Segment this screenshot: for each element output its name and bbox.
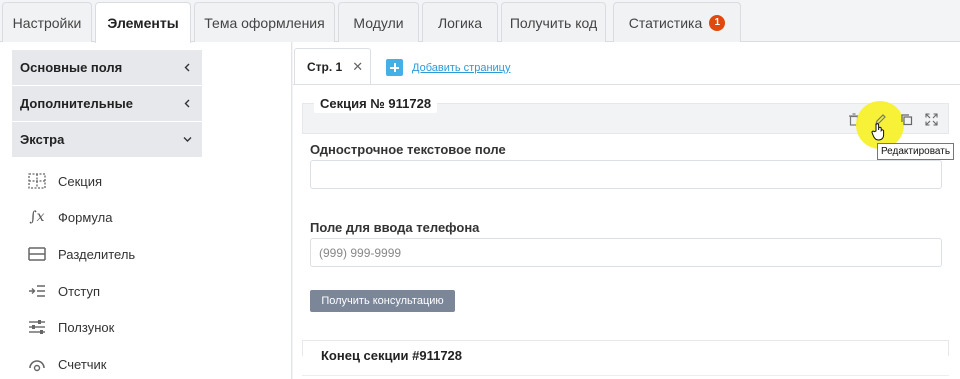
tab-underline [293, 84, 960, 85]
section-title: Секция № 911728 [314, 94, 438, 113]
sidebar-item-label: Разделитель [58, 246, 136, 262]
page-tab-1[interactable]: Стр. 1 ✕ [294, 48, 371, 84]
duplicate-icon[interactable] [897, 110, 915, 128]
tab-settings[interactable]: Настройки [2, 2, 92, 42]
add-page-link[interactable]: Добавить страницу [386, 59, 510, 76]
chevron-left-icon [184, 99, 190, 108]
get-consultation-button[interactable]: Получить конcультацию [310, 290, 455, 312]
sidebar-item-label: Секция [58, 173, 103, 189]
tab-get-code-label: Получить код [509, 14, 598, 31]
sidebar-item-counter[interactable]: Счетчик [26, 352, 107, 376]
divider-icon [26, 243, 48, 265]
form-builder-canvas: Стр. 1 ✕ Добавить страницу Секция № 9117… [293, 42, 960, 379]
sidebar-item-section[interactable]: Секция [26, 169, 102, 193]
sidebar-item-label: Отступ [58, 283, 101, 299]
chevron-down-icon [183, 137, 192, 142]
text-field-label: Однострочное текстовое поле [310, 142, 506, 157]
edit-tooltip: Редактировать [877, 143, 954, 160]
close-icon[interactable]: ✕ [352, 59, 363, 75]
page-tab-label: Стр. 1 [307, 59, 343, 74]
section-icon [26, 170, 48, 192]
group-extra[interactable]: Экстра [12, 122, 202, 157]
add-page-label: Добавить страницу [412, 61, 511, 74]
sidebar-item-slider[interactable]: Ползунок [26, 315, 114, 339]
group-extra-label: Экстра [20, 132, 65, 147]
counter-icon [26, 353, 48, 375]
single-line-text-input[interactable] [310, 160, 942, 189]
tab-logic-label: Логика [437, 14, 483, 31]
sidebar-item-label: Ползунок [58, 319, 115, 335]
sidebar-item-indent[interactable]: Отступ [26, 279, 100, 303]
section-end-title: Конец секции #911728 [317, 348, 467, 363]
tab-statistics-label: Статистика [628, 14, 703, 31]
sidebar-item-label: Счетчик [58, 356, 107, 372]
tab-theme-label: Тема оформления [204, 14, 325, 31]
tab-get-code[interactable]: Получить код [501, 2, 606, 42]
tab-elements-label: Элементы [107, 15, 179, 31]
chevron-left-icon [184, 63, 190, 72]
sidebar-item-formula[interactable]: ∫x Формула [26, 205, 112, 229]
indent-icon [26, 280, 48, 302]
tab-settings-label: Настройки [12, 14, 82, 31]
slider-icon [26, 316, 48, 338]
tab-theme[interactable]: Тема оформления [194, 2, 335, 42]
sidebar-item-label: Формула [58, 209, 113, 225]
tab-statistics[interactable]: Статистика 1 [613, 2, 741, 42]
tab-elements[interactable]: Элементы [95, 2, 191, 43]
sidebar-item-divider[interactable]: Разделитель [26, 242, 135, 266]
group-basic-fields-label: Основные поля [20, 60, 123, 75]
top-tab-bar: Настройки Элементы Тема оформления Модул… [0, 0, 960, 43]
tab-modules-label: Модули [353, 14, 404, 31]
phone-field-label: Поле для ввода телефона [310, 220, 480, 235]
group-additional[interactable]: Дополнительные [12, 86, 202, 121]
elements-sidebar: Основные поля Дополнительные Экстра Секц… [0, 42, 292, 379]
tab-logic[interactable]: Логика [422, 2, 498, 42]
group-additional-label: Дополнительные [20, 96, 133, 111]
notification-badge: 1 [709, 14, 726, 31]
section-divider [302, 375, 949, 376]
tab-modules[interactable]: Модули [338, 2, 419, 42]
formula-icon: ∫x [29, 209, 45, 225]
group-basic-fields[interactable]: Основные поля [12, 50, 202, 85]
phone-input[interactable]: (999) 999-9999 [310, 238, 942, 267]
plus-icon [386, 59, 403, 76]
expand-icon[interactable] [922, 110, 940, 128]
